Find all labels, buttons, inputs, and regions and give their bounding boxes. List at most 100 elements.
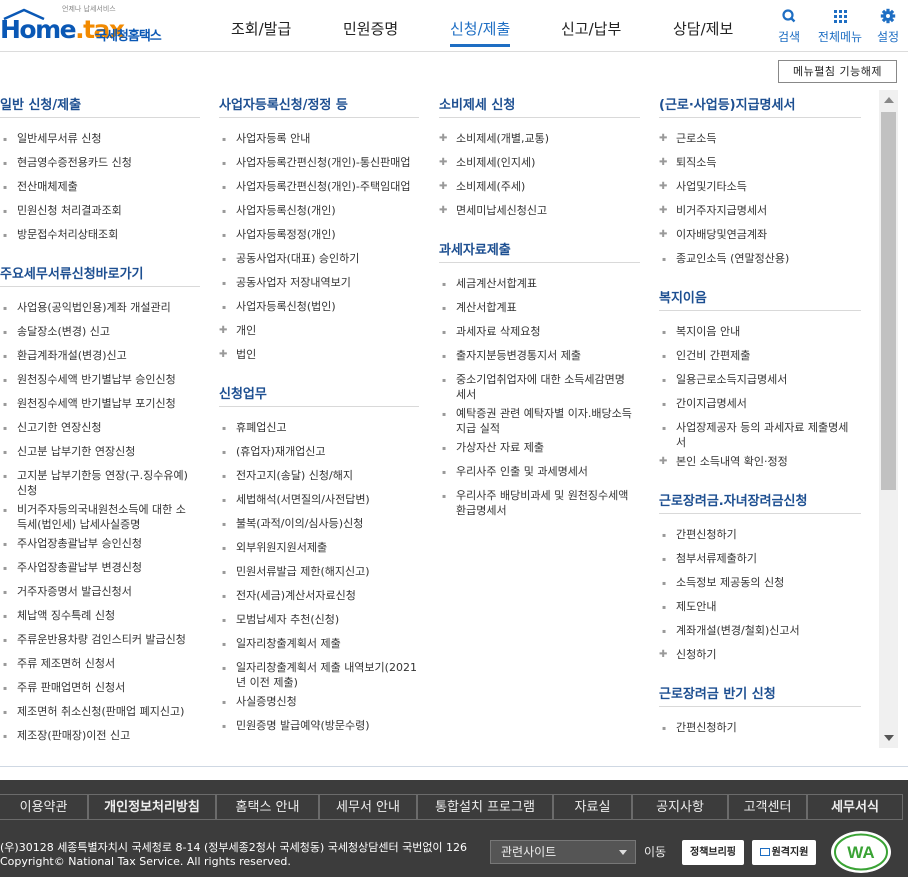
remote-support-link[interactable]: 원격지원: [752, 840, 816, 865]
bullet-icon: ▪: [222, 445, 226, 460]
bullet-icon: ▪: [222, 517, 226, 532]
scroll-up-arrow-icon[interactable]: [884, 97, 894, 103]
plus-expand-icon: ✚: [659, 454, 667, 469]
menu-item-label: 신고기한 연장신청: [17, 420, 200, 435]
mega-menu: 일반 신청/제출 ▪ 일반세무서류 신청 ▪ 현금영수증전용카드 신청 ▪ 전산매체제출 ▪ 민…: [0, 90, 878, 748]
menu-item-label: 소비제세(주세): [456, 179, 640, 194]
menu-section-divider: [219, 117, 419, 118]
footer-link-privacy[interactable]: 개인정보처리방침: [88, 794, 216, 820]
menu-item-label: 주사업장총괄납부 변경신청: [17, 560, 200, 575]
menu-item-label: 비거주자등의국내원천소득에 대한 소득세(법인세) 납세사실증명: [17, 502, 200, 532]
footer: 이용약관 개인정보처리방침 홈택스 안내 세무서 안내 통합설치 프로그램 자료…: [0, 780, 908, 877]
footer-link-terms[interactable]: 이용약관: [0, 794, 88, 820]
menu-item-label-line: 신청: [17, 483, 200, 498]
menu-section-divider: [0, 117, 200, 118]
menu-item-label: 퇴직소득: [676, 155, 861, 170]
related-sites-select[interactable]: 관련사이트: [490, 840, 636, 864]
plus-expand-icon: ✚: [659, 131, 667, 146]
menu-section-title[interactable]: 주요세무서류신청바로가기: [0, 263, 144, 282]
menu-section-title[interactable]: 일반 신청/제출: [0, 94, 81, 113]
menu-section-title[interactable]: 근로장려금 반기 신청: [659, 683, 776, 702]
menu-item-label: 제조장(판매장)이전 신고: [17, 728, 200, 743]
scroll-thumb[interactable]: [881, 112, 896, 490]
menu-section-title[interactable]: 근로장려금.자녀장려금신청: [659, 490, 807, 509]
menu-item-label: 전자(세금)계산서자료신청: [236, 588, 419, 603]
bullet-icon: ▪: [222, 276, 226, 291]
menu-item-label-line: 비거주자등의국내원천소득에 대한 소: [17, 502, 200, 517]
menu-item-label: 면세미납세신청신고: [456, 203, 640, 218]
menu-item-label: 과세자료 삭제요청: [456, 324, 640, 339]
menu-item-label: 현금영수증전용카드 신청: [17, 155, 200, 170]
menu-section-title[interactable]: 사업자등록신청/정정 등: [219, 94, 348, 113]
menu-section-title[interactable]: 신청업무: [219, 383, 267, 402]
footer-link-library[interactable]: 자료실: [553, 794, 632, 820]
bullet-icon: ▪: [3, 609, 7, 624]
menu-section-divider: [0, 286, 200, 287]
go-button[interactable]: 이동: [644, 840, 666, 864]
wa-text: WA: [847, 843, 874, 862]
menu-item-label: 사업자등록간편신청(개인)-통신판매업: [236, 155, 419, 170]
footer-link-tax-forms[interactable]: 세무서식: [807, 794, 903, 820]
menu-section-title[interactable]: 소비제세 신청: [439, 94, 515, 113]
related-sites-value: 관련사이트: [501, 845, 556, 859]
menu-item-label: 전산매체제출: [17, 179, 200, 194]
footer-link-taxoffice-guide[interactable]: 세무서 안내: [319, 794, 417, 820]
menu-item-label-line: 년 이전 제출): [236, 675, 419, 690]
menu-item-label: 사업자등록신청(법인): [236, 299, 419, 314]
bullet-icon: ▪: [662, 397, 666, 412]
bullet-icon: ▪: [3, 373, 7, 388]
nav-report-pay[interactable]: 신고/납부: [561, 18, 621, 39]
active-nav-underline: [450, 44, 510, 47]
menu-item-label: 소비제세(개별,교통): [456, 131, 640, 146]
scroll-down-arrow-icon[interactable]: [884, 735, 894, 741]
footer-link-notice[interactable]: 공지사항: [632, 794, 728, 820]
bullet-icon: ▪: [3, 469, 7, 484]
menu-item-label: 간이지급명세서: [676, 396, 861, 411]
menu-scrollbar[interactable]: [879, 90, 898, 748]
bullet-icon: ▪: [662, 600, 666, 615]
bullet-icon: ▪: [3, 503, 7, 518]
nav-apply-submit[interactable]: 신청/제출: [450, 18, 510, 39]
menu-item-label: 고지분 납부기한등 연장(구.징수유예)신청: [17, 468, 200, 498]
menu-item-label: 방문접수처리상태조회: [17, 227, 200, 242]
menu-item-label: (휴업자)재개업신고: [236, 444, 419, 459]
footer-link-hometax-guide[interactable]: 홈택스 안내: [216, 794, 319, 820]
menu-section-title[interactable]: 복지이음: [659, 287, 707, 306]
menu-item-label: 불복(과적/이의/심사등)신청: [236, 516, 419, 531]
plus-expand-icon: ✚: [659, 155, 667, 170]
nav-certificates[interactable]: 민원증명: [343, 18, 398, 39]
menu-item-label: 출자지분등변경통지서 제출: [456, 348, 640, 363]
policy-briefing-link[interactable]: 정책브리핑: [682, 840, 744, 865]
search-button[interactable]: 검색: [775, 8, 803, 45]
hometax-logo[interactable]: 언제나 납세서비스 Home.tax 국세청홈택스: [0, 4, 175, 46]
bullet-icon: ▪: [3, 301, 7, 316]
menu-item-label: 민원서류발급 제한(해지신고): [236, 564, 419, 579]
nav-lookup[interactable]: 조회/발급: [231, 18, 291, 39]
header: 언제나 납세서비스 Home.tax 국세청홈택스 조회/발급 민원증명 신청/…: [0, 0, 908, 52]
menu-section-divider: [659, 706, 861, 707]
menu-item-label: 일자리창출계획서 제출 내역보기(2021년 이전 제출): [236, 660, 419, 690]
menu-item-label: 전자고지(송달) 신청/해지: [236, 468, 419, 483]
remote-support-label: 원격지원: [772, 847, 809, 858]
footer-address: (우)30128 세종특별자치시 국세청로 8-14 (정부세종2청사 국세청동…: [0, 841, 467, 869]
menu-item-label: 예탁증권 관련 예탁자별 이자.배당소득지급 실적: [456, 406, 640, 436]
menu-pin-toggle-button[interactable]: 메뉴펼침 기능해제: [778, 60, 897, 83]
menu-item-label: 공동사업자 저장내역보기: [236, 275, 419, 290]
footer-link-customer-center[interactable]: 고객센터: [728, 794, 807, 820]
all-menu-label: 전체메뉴: [818, 30, 862, 44]
bullet-icon: ▪: [3, 705, 7, 720]
bullet-icon: ▪: [222, 421, 226, 436]
bullet-icon: ▪: [3, 585, 7, 600]
all-menu-button[interactable]: 전체메뉴: [815, 8, 865, 45]
menu-item-label: 주사업장총괄납부 승인신청: [17, 536, 200, 551]
menu-section-title[interactable]: (근로·사업등)지급명세서: [659, 94, 795, 113]
footer-link-install[interactable]: 통합설치 프로그램: [417, 794, 553, 820]
nav-consult-report[interactable]: 상담/제보: [673, 18, 733, 39]
settings-button[interactable]: 설정: [874, 8, 902, 45]
menu-section-title[interactable]: 과세자료제출: [439, 239, 511, 258]
menu-item-label: 일반세무서류 신청: [17, 131, 200, 146]
bullet-icon: ▪: [3, 681, 7, 696]
menu-item-label-line: 고지분 납부기한등 연장(구.징수유예): [17, 468, 200, 483]
wa-accessibility-mark-icon: WA: [829, 830, 893, 874]
menu-item-label: 세법해석(서면질의/사전답변): [236, 492, 419, 507]
